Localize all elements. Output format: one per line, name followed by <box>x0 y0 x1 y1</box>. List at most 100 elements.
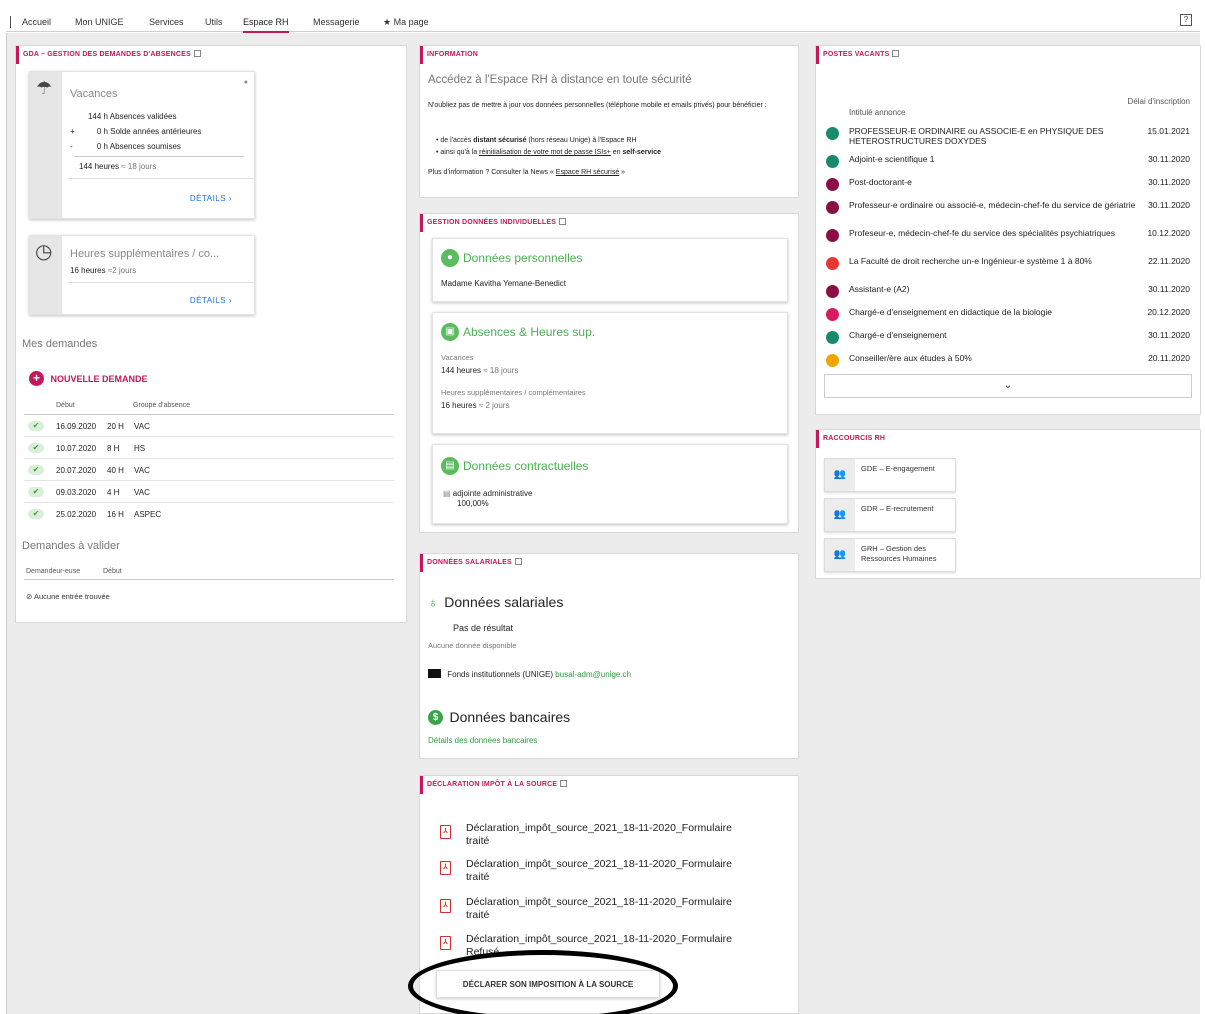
chevron-right-icon: › <box>228 296 232 305</box>
job-title[interactable]: Conseiller/ère aux études à 50% <box>849 353 1139 363</box>
pdf-text: Déclaration_impôt_source_2021_18-11-2020… <box>466 858 776 884</box>
line-value: 144 h <box>87 112 108 121</box>
postes-panel-header: POSTES VACANTS <box>816 46 1200 64</box>
pdf-filename: Déclaration_impôt_source_2021_18-11-2020… <box>466 933 732 945</box>
divider <box>68 282 254 283</box>
col-demandeur: Demandeur-euse <box>26 568 81 575</box>
heures-total: 16 heures ≈2 jours <box>70 266 136 275</box>
nav-ma-page[interactable]: ★ Ma page <box>383 17 429 28</box>
status-dot-icon <box>826 155 839 168</box>
job-title[interactable]: La Faculté de droit recherche un-e Ingén… <box>849 256 1139 266</box>
nav-espace-rh[interactable]: Espace RH <box>243 17 289 33</box>
external-link-icon[interactable] <box>559 218 567 225</box>
shortcut-gde[interactable]: 👥 GDE – E-engagement <box>824 458 956 492</box>
group-icon: 👥 <box>825 459 855 491</box>
status-dot-icon <box>826 285 839 298</box>
status-dot-icon <box>826 308 839 321</box>
row-hours: 4 H <box>107 488 120 497</box>
table-row[interactable]: ✔ 25.02.2020 16 H ASPEC <box>24 503 394 525</box>
fonds-email-link[interactable]: busal-adm@unige.ch <box>555 670 631 679</box>
information-heading: Accédez à l'Espace RH à distance en tout… <box>428 74 692 86</box>
total-hours: 144 heures <box>79 162 120 171</box>
chevron-right-icon: › <box>228 194 232 203</box>
bancaires-link[interactable]: Détails des données bancaires <box>428 736 537 745</box>
info-icon[interactable]: ● <box>244 79 248 86</box>
line-value: 0 h <box>96 127 108 136</box>
details-label: DÉTAILS <box>189 194 227 203</box>
job-title[interactable]: Profeseur-e, médecin-chef-fe du service … <box>849 228 1139 238</box>
nav-utils[interactable]: Utils <box>205 17 223 27</box>
job-title[interactable]: PROFESSEUR-E ORDINAIRE ou ASSOCIE-E en P… <box>849 126 1139 146</box>
job-title[interactable]: Professeur-e ordinaire ou associé-e, méd… <box>849 200 1139 210</box>
chevron-down-icon[interactable]: ⌄ <box>824 374 1192 398</box>
job-title[interactable]: Post-doctorant-e <box>849 177 1139 187</box>
job-title[interactable]: Chargé-e d'enseignement <box>849 330 1139 340</box>
divider <box>24 579 394 580</box>
row-hours: 20 H <box>107 422 124 431</box>
abs-hs-days: ≈ 2 jours <box>478 401 510 410</box>
job-title[interactable]: Adjoint-e scientifique 1 <box>849 154 1139 164</box>
salariales-heading-row: ♁ Données salariales <box>428 594 563 610</box>
abs-hs-value: 16 heures ≈ 2 jours <box>441 401 509 410</box>
row-group: VAC <box>134 488 150 497</box>
pdf-status: traité <box>466 909 490 921</box>
dollar-icon: $ <box>428 709 443 725</box>
abs-vacances-hours: 144 heures <box>441 366 482 375</box>
help-icon[interactable]: ? <box>1180 14 1192 26</box>
absences-card[interactable]: ▣ Absences & Heures sup. Vacances 144 heu… <box>432 312 788 434</box>
job-date: 15.01.2021 <box>1147 126 1190 136</box>
gda-panel: GDA – GESTION DES DEMANDES D'ABSENCES ☂ … <box>15 45 407 623</box>
external-link-icon[interactable] <box>514 558 522 565</box>
abs-hs-label: Heures supplémentaires / complémentaires <box>441 388 586 397</box>
absences-header: ▣ Absences & Heures sup. <box>441 323 595 341</box>
nav-accueil[interactable]: Accueil <box>22 17 51 27</box>
job-title[interactable]: Assistant-e (A2) <box>849 284 1139 294</box>
calendar-icon: ▣ <box>441 323 459 341</box>
row-date: 10.07.2020 <box>56 444 97 453</box>
shortcut-gdr[interactable]: 👥 GDR – E-recrutement <box>824 498 956 532</box>
external-link-icon[interactable] <box>560 780 568 787</box>
heures-details-link[interactable]: DÉTAILS › <box>190 296 232 305</box>
status-dot-icon <box>826 201 839 214</box>
table-row[interactable]: ✔ 09.03.2020 4 H VAC <box>24 481 394 503</box>
more-text: Plus d'information ? Consulter la News « <box>428 169 556 176</box>
external-link-icon[interactable] <box>193 50 201 57</box>
heures-title: Heures supplémentaires / co... <box>70 248 220 260</box>
bullet-bold: distant sécurisé <box>473 137 527 144</box>
donnees-contractuelles-card[interactable]: ▤ Données contractuelles ▤ adjointe admin… <box>432 444 788 524</box>
donnees-personnelles-card[interactable]: ● Données personnelles Madame Kavitha Yem… <box>432 238 788 302</box>
table-row[interactable]: ✔ 20.07.2020 40 H VAC <box>24 459 394 481</box>
col-intitule: Intitulé annonce <box>849 108 906 117</box>
pdf-filename: Déclaration_impôt_source_2021_18-11-2020… <box>466 822 732 834</box>
nouvelle-demande-button[interactable]: + NOUVELLE DEMANDE <box>29 371 148 386</box>
vacances-details-link[interactable]: DÉTAILS › <box>190 194 232 203</box>
shortcut-label: GDE – E-engagement <box>861 464 935 473</box>
postes-panel: POSTES VACANTS Intitulé annonce Délai d'… <box>815 45 1201 415</box>
check-icon: ✔ <box>28 487 44 497</box>
bullet-text: en <box>610 149 623 156</box>
nav-messagerie[interactable]: Messagerie <box>313 17 360 27</box>
shortcut-grh[interactable]: 👥 GRH – Gestion des Ressources Humaines <box>824 538 956 572</box>
a-valider-heading: Demandes à valider <box>22 540 120 552</box>
reset-password-link[interactable]: réinitialisation de votre mot de passe I… <box>479 149 611 156</box>
external-link-icon[interactable] <box>892 50 900 57</box>
envelope-icon <box>428 669 441 678</box>
abs-vacances-label: Vacances <box>441 353 474 362</box>
table-row[interactable]: ✔ 16.09.2020 20 H VAC <box>24 415 394 437</box>
nav-services[interactable]: Services <box>149 17 184 27</box>
check-icon: ✔ <box>28 421 44 431</box>
salariales-no-data: Aucune donnée disponible <box>428 641 517 650</box>
information-panel: INFORMATION Accédez à l'Espace RH à dist… <box>419 45 799 198</box>
raccourcis-title: RACCOURCIS RH <box>823 435 886 442</box>
group-icon: 👥 <box>825 499 855 531</box>
ban-icon: ⊘ <box>26 592 33 601</box>
news-link[interactable]: Espace RH sécurisé <box>556 169 619 176</box>
line-label: Absences soumises <box>109 142 181 151</box>
job-title[interactable]: Chargé-e d'enseignement en didactique de… <box>849 307 1139 317</box>
aucune-label: Aucune entrée trouvée <box>33 592 110 601</box>
postes-title: POSTES VACANTS <box>823 51 890 58</box>
row-date: 16.09.2020 <box>56 422 97 431</box>
nav-separator <box>10 16 11 28</box>
nav-mon-unige[interactable]: Mon UNIGE <box>75 17 124 27</box>
table-row[interactable]: ✔ 10.07.2020 8 H HS <box>24 437 394 459</box>
